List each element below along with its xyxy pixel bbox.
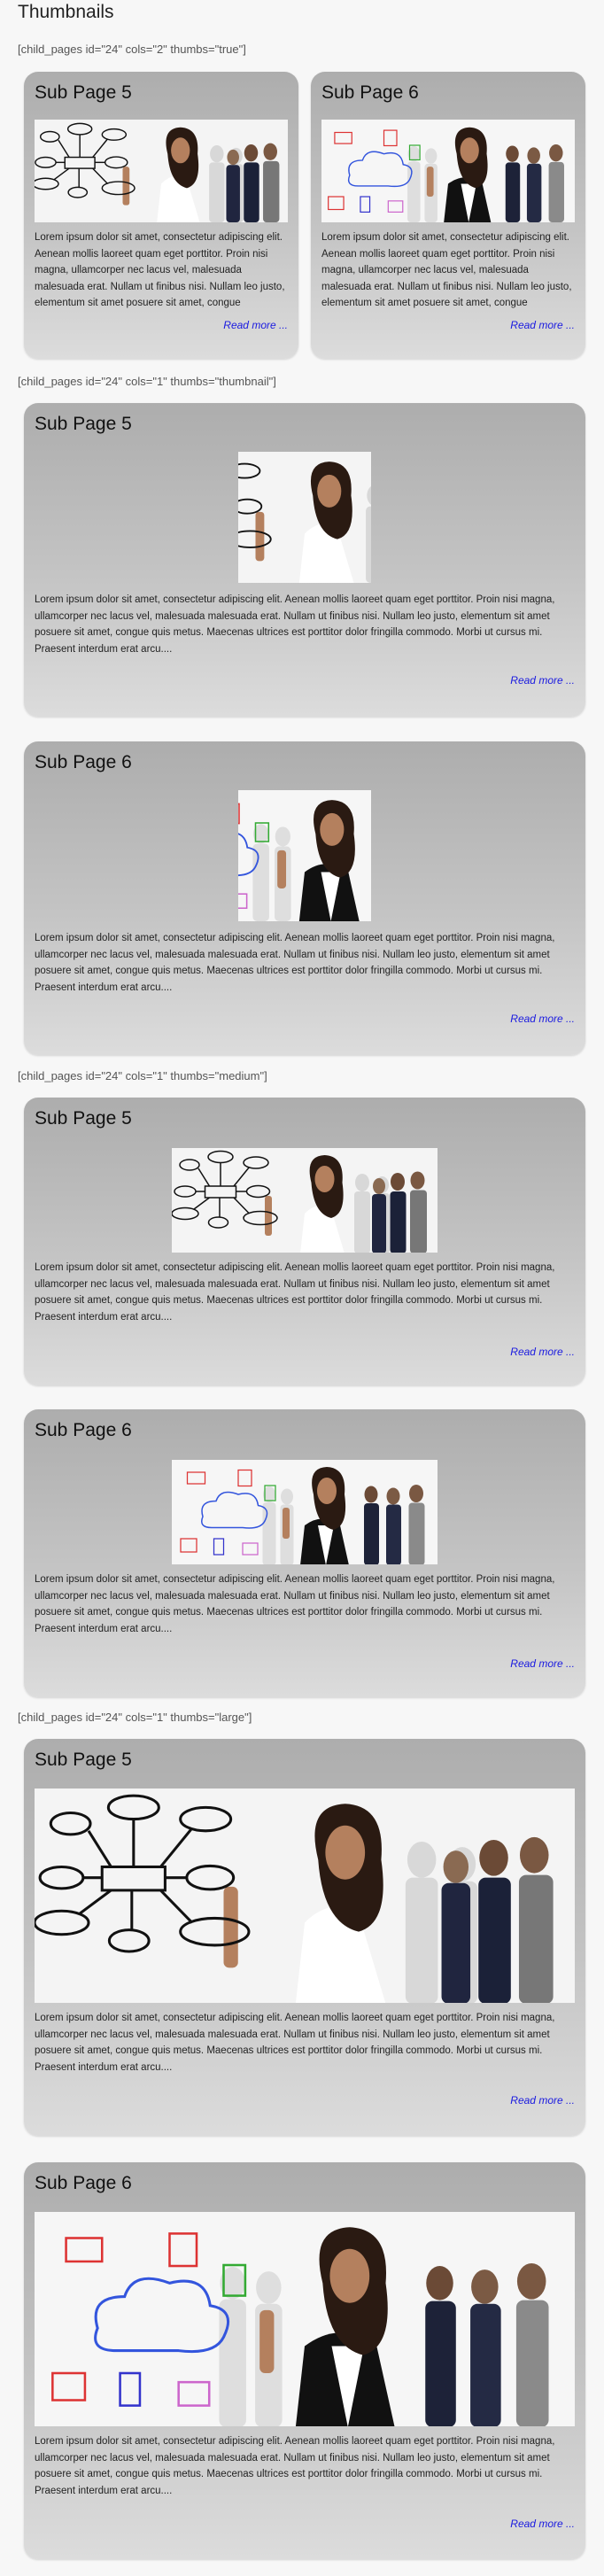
read-more-link[interactable]: Read more ... bbox=[510, 1346, 575, 1358]
child-page-card: Sub Page 6 Lorem ipsum dolor sit amet, c… bbox=[24, 741, 585, 1055]
card-excerpt: Lorem ipsum dolor sit amet, consectetur … bbox=[35, 933, 555, 993]
card-thumbnail[interactable] bbox=[35, 2212, 575, 2426]
read-more-link[interactable]: Read more ... bbox=[510, 674, 575, 687]
card-title[interactable]: Sub Page 6 bbox=[321, 82, 419, 104]
card-excerpt: Lorem ipsum dolor sit amet, consectetur … bbox=[35, 2436, 555, 2496]
card-excerpt: Lorem ipsum dolor sit amet, consectetur … bbox=[35, 1262, 555, 1323]
card-excerpt: Lorem ipsum dolor sit amet, consectetur … bbox=[35, 232, 285, 308]
child-page-card: Sub Page 5 Lorem ipsum dolor sit amet, c… bbox=[24, 1739, 585, 2136]
card-title[interactable]: Sub Page 5 bbox=[35, 1750, 132, 1771]
website-diagram-photo bbox=[35, 1788, 575, 2003]
card-thumbnail[interactable] bbox=[172, 1460, 438, 1564]
card-excerpt: Lorem ipsum dolor sit amet, consectetur … bbox=[35, 2013, 555, 2073]
cloud-diagram-photo bbox=[321, 120, 575, 222]
card-thumbnail[interactable] bbox=[35, 1788, 575, 2003]
card-title[interactable]: Sub Page 5 bbox=[35, 82, 132, 104]
card-thumbnail[interactable] bbox=[172, 1148, 438, 1253]
shortcode-cols1-medium: [child_pages id="24" cols="1" thumbs="me… bbox=[18, 1069, 267, 1082]
card-excerpt: Lorem ipsum dolor sit amet, consectetur … bbox=[35, 594, 555, 655]
child-page-card: Sub Page 5 Lorem ipsum dolor sit amet, c… bbox=[24, 403, 585, 717]
card-title[interactable]: Sub Page 5 bbox=[35, 1108, 132, 1129]
card-excerpt: Lorem ipsum dolor sit amet, consectetur … bbox=[35, 1574, 555, 1634]
website-diagram-photo bbox=[35, 120, 288, 222]
website-diagram-photo bbox=[238, 452, 371, 583]
card-title[interactable]: Sub Page 6 bbox=[35, 752, 132, 773]
shortcode-cols2-thumbs: [child_pages id="24" cols="2" thumbs="tr… bbox=[18, 43, 246, 56]
card-title[interactable]: Sub Page 6 bbox=[35, 2173, 132, 2194]
read-more-link[interactable]: Read more ... bbox=[510, 2518, 575, 2530]
cloud-diagram-photo bbox=[35, 2212, 575, 2426]
read-more-link[interactable]: Read more ... bbox=[510, 319, 575, 331]
child-page-card: Sub Page 6 Lorem ipsum dolor sit amet, c… bbox=[24, 1409, 585, 1697]
card-thumbnail[interactable] bbox=[238, 452, 371, 583]
card-excerpt: Lorem ipsum dolor sit amet, consectetur … bbox=[321, 232, 572, 308]
card-thumbnail[interactable] bbox=[321, 120, 575, 222]
page-title: Thumbnails bbox=[18, 2, 114, 22]
shortcode-cols1-large: [child_pages id="24" cols="1" thumbs="la… bbox=[18, 1711, 252, 1724]
card-title[interactable]: Sub Page 6 bbox=[35, 1420, 132, 1441]
website-diagram-photo bbox=[172, 1148, 438, 1253]
child-page-card: Sub Page 5 Lorem ipsum dolor sit amet, c… bbox=[24, 72, 298, 359]
read-more-link[interactable]: Read more ... bbox=[223, 319, 288, 331]
shortcode-cols1-thumbnail: [child_pages id="24" cols="1" thumbs="th… bbox=[18, 375, 276, 388]
read-more-link[interactable]: Read more ... bbox=[510, 1657, 575, 1670]
cloud-diagram-photo bbox=[172, 1460, 438, 1564]
cloud-diagram-photo bbox=[238, 790, 371, 921]
card-title[interactable]: Sub Page 5 bbox=[35, 414, 132, 435]
child-page-card: Sub Page 5 Lorem ipsum dolor sit amet, c… bbox=[24, 1098, 585, 1385]
read-more-link[interactable]: Read more ... bbox=[510, 2094, 575, 2107]
card-thumbnail[interactable] bbox=[238, 790, 371, 921]
read-more-link[interactable]: Read more ... bbox=[510, 1013, 575, 1025]
card-thumbnail[interactable] bbox=[35, 120, 288, 222]
child-page-card: Sub Page 6 Lorem ipsum dolor sit amet, c… bbox=[311, 72, 585, 359]
child-page-card: Sub Page 6 Lorem ipsum dolor sit amet, c… bbox=[24, 2162, 585, 2559]
